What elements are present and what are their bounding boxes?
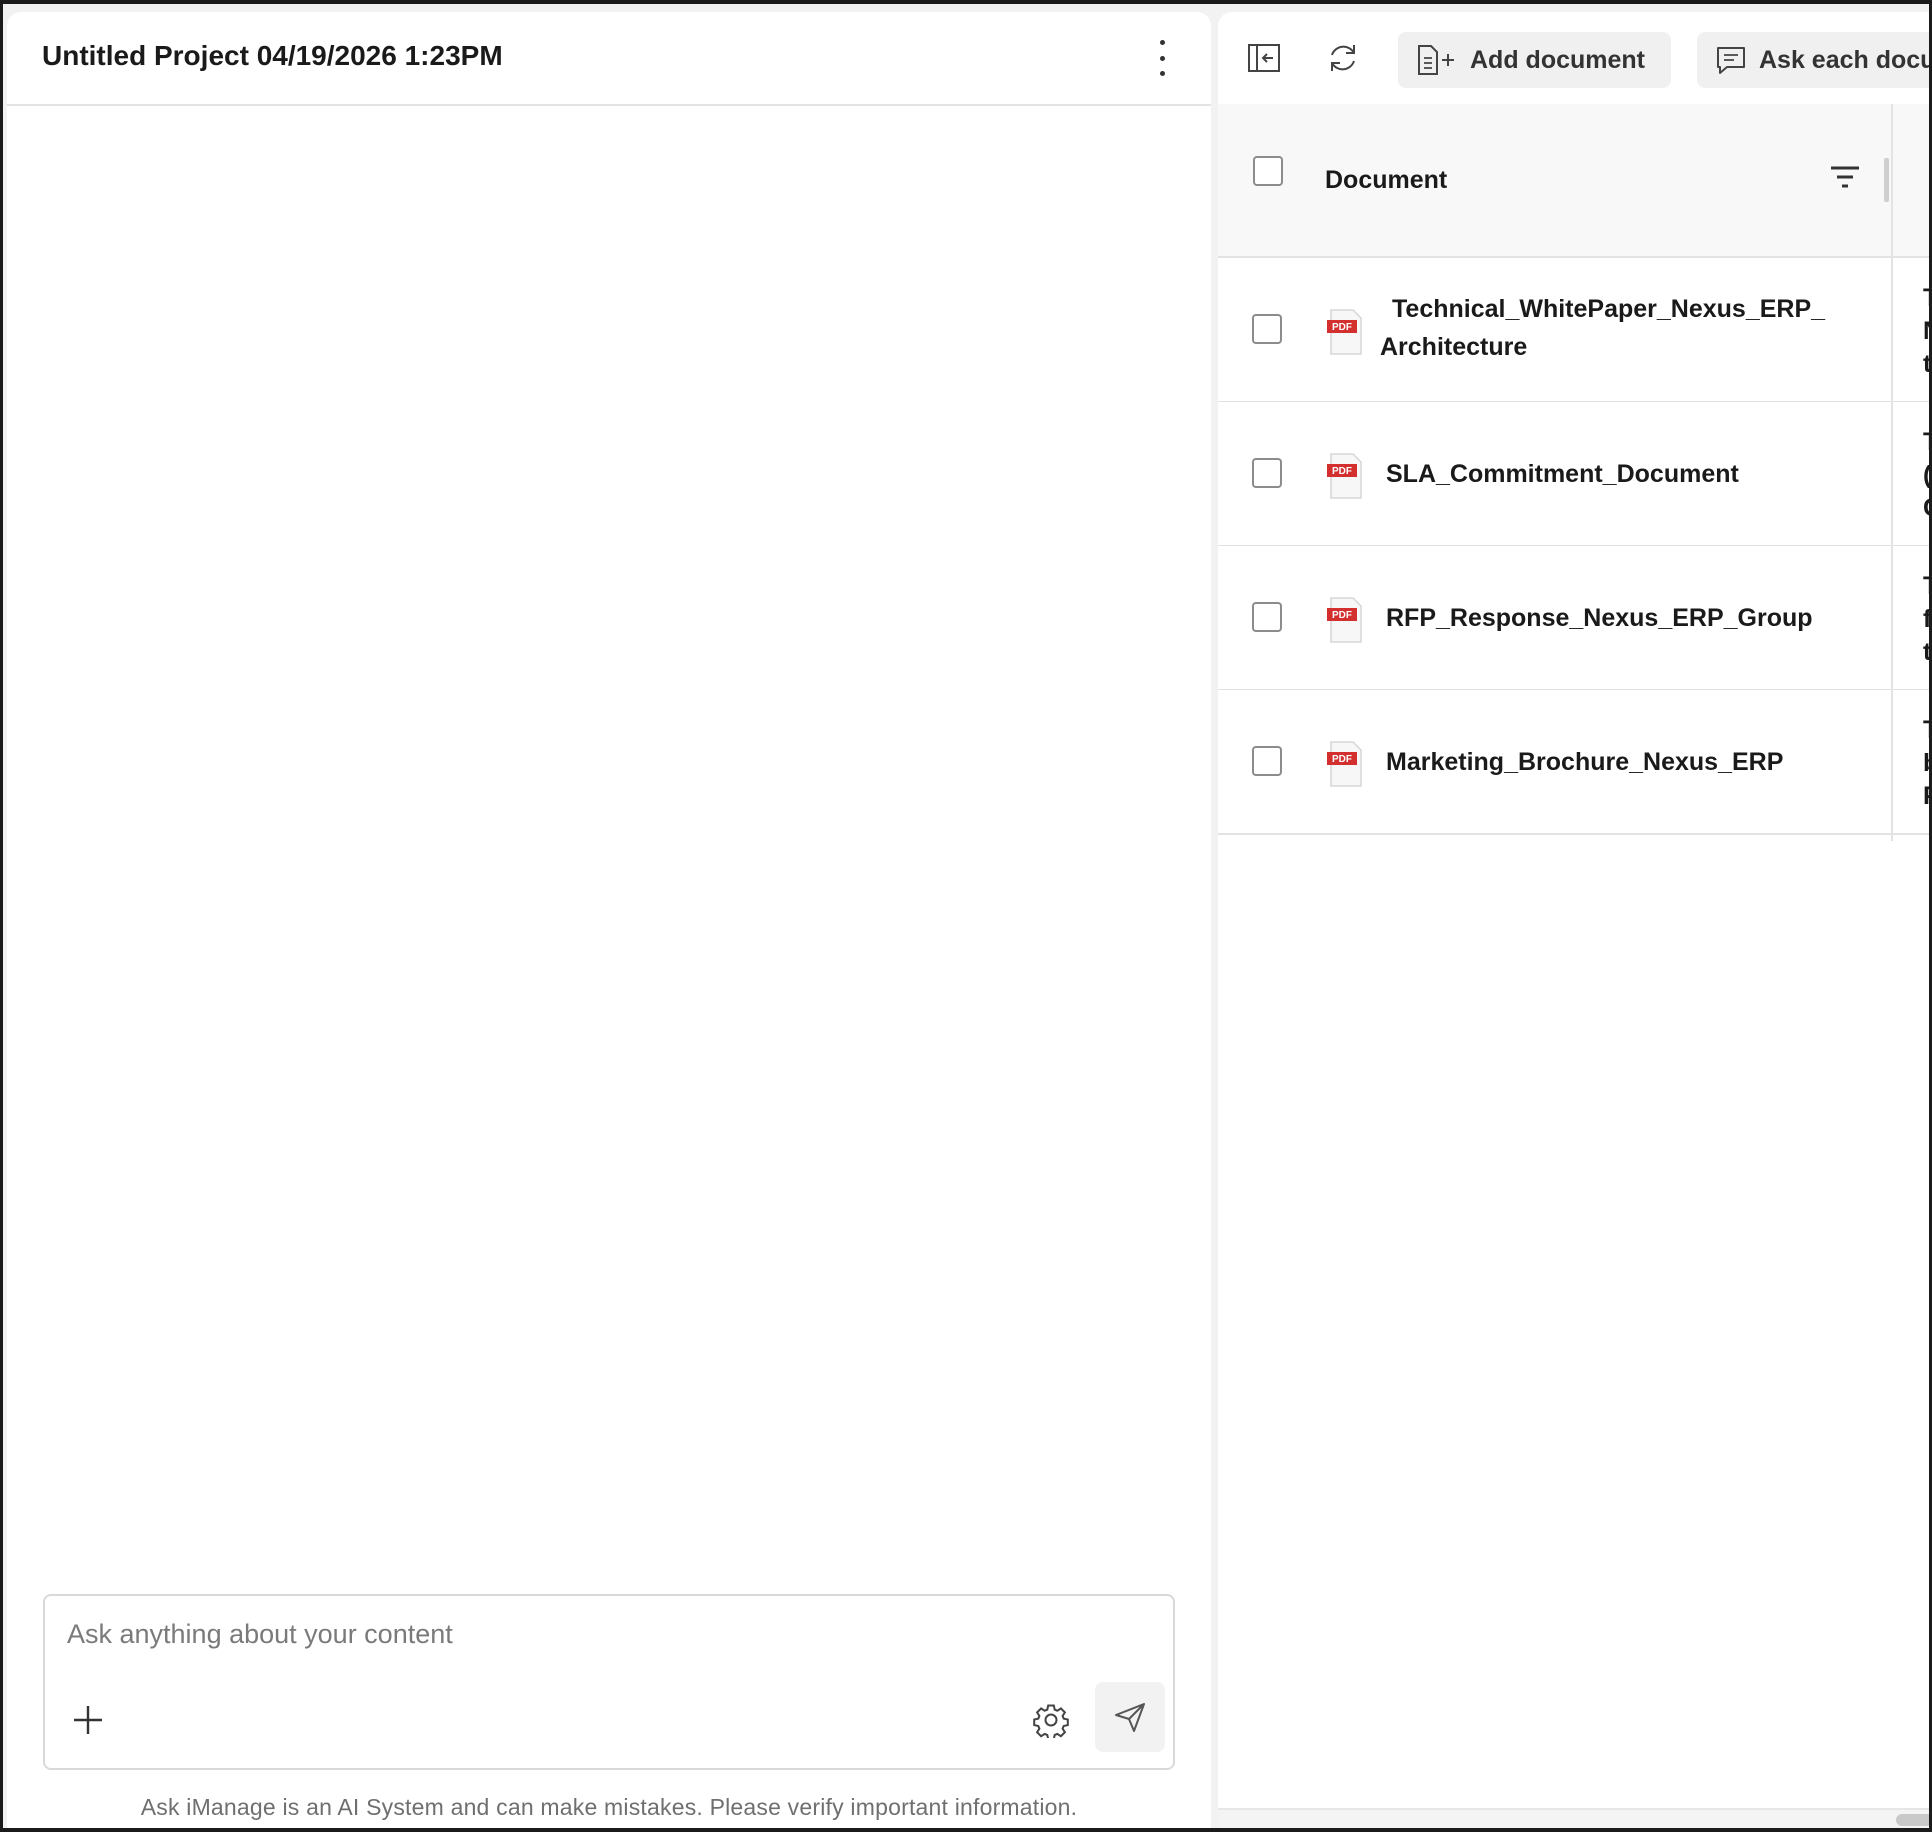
documents-panel: Add document Ask each docu Document PDF … [1218,12,1929,1828]
more-options-icon[interactable] [1151,40,1173,76]
filter-icon[interactable] [1829,162,1861,192]
document-name[interactable]: RFP_Response_Nexus_ERP_Group [1386,599,1826,637]
pdf-file-icon: PDF [1325,452,1365,500]
document-name[interactable]: Marketing_Brochure_Nexus_ERP [1386,743,1826,781]
chat-header: Untitled Project 04/19/2026 1:23PM [7,12,1211,106]
row-checkbox[interactable] [1252,458,1282,488]
svg-text:PDF: PDF [1332,322,1352,333]
svg-text:PDF: PDF [1332,466,1352,477]
pdf-file-icon: PDF [1325,596,1365,644]
documents-toolbar: Add document Ask each docu [1218,12,1929,104]
column-resize-handle[interactable] [1884,158,1889,202]
row-checkbox[interactable] [1252,746,1282,776]
ai-disclaimer: Ask iManage is an AI System and can make… [140,1794,1078,1820]
table-row[interactable]: PDF RFP_Response_Nexus_ERP_Group T f t [1218,546,1929,691]
send-icon [1115,1703,1145,1732]
svg-text:PDF: PDF [1332,610,1352,621]
pdf-file-icon: PDF [1325,308,1365,356]
chat-input[interactable] [67,1614,1067,1654]
summary-preview: T f t [1923,572,1929,666]
table-row[interactable]: PDF Technical_WhitePaper_Nexus_ERP_ Arch… [1218,258,1929,403]
refresh-icon[interactable] [1325,40,1361,76]
chat-panel: Untitled Project 04/19/2026 1:23PM Ask a… [7,12,1211,1828]
summary-preview: T b P [1923,714,1929,813]
gear-icon[interactable] [1033,1702,1069,1741]
svg-text:PDF: PDF [1332,754,1352,765]
document-column-header[interactable]: Document [1325,166,1447,195]
app-window: Untitled Project 04/19/2026 1:23PM Ask a… [3,4,1929,1828]
ask-each-document-label: Ask each docu [1759,45,1929,74]
row-checkbox[interactable] [1252,602,1282,632]
collapse-panel-icon[interactable] [1246,40,1282,76]
ask-each-document-button[interactable]: Ask each docu [1697,32,1929,88]
summary-preview: T N t [1923,284,1929,378]
table-header: Document [1218,104,1929,258]
horizontal-scrollbar[interactable] [1218,1808,1929,1828]
add-document-label: Add document [1470,45,1645,74]
select-all-checkbox[interactable] [1253,156,1283,186]
table-row[interactable]: PDF Marketing_Brochure_Nexus_ERP T b P [1218,690,1929,835]
row-checkbox[interactable] [1252,314,1282,344]
document-name[interactable]: Technical_WhitePaper_Nexus_ERP_ Architec… [1380,290,1826,366]
add-document-button[interactable]: Add document [1398,32,1671,88]
summary-preview: T ( C [1923,426,1929,525]
project-title: Untitled Project 04/19/2026 1:23PM [42,40,503,71]
pdf-file-icon: PDF [1325,740,1365,788]
chat-bubble-icon [1717,47,1745,74]
plus-icon[interactable] [71,1703,105,1737]
send-button[interactable] [1095,1682,1165,1752]
chat-composer [43,1594,1175,1770]
column-divider [1891,104,1893,841]
add-document-icon [1418,45,1454,75]
scrollbar-thumb[interactable] [1896,1814,1929,1826]
document-name[interactable]: SLA_Commitment_Document [1386,455,1826,493]
table-row[interactable]: PDF SLA_Commitment_Document T ( C [1218,402,1929,547]
